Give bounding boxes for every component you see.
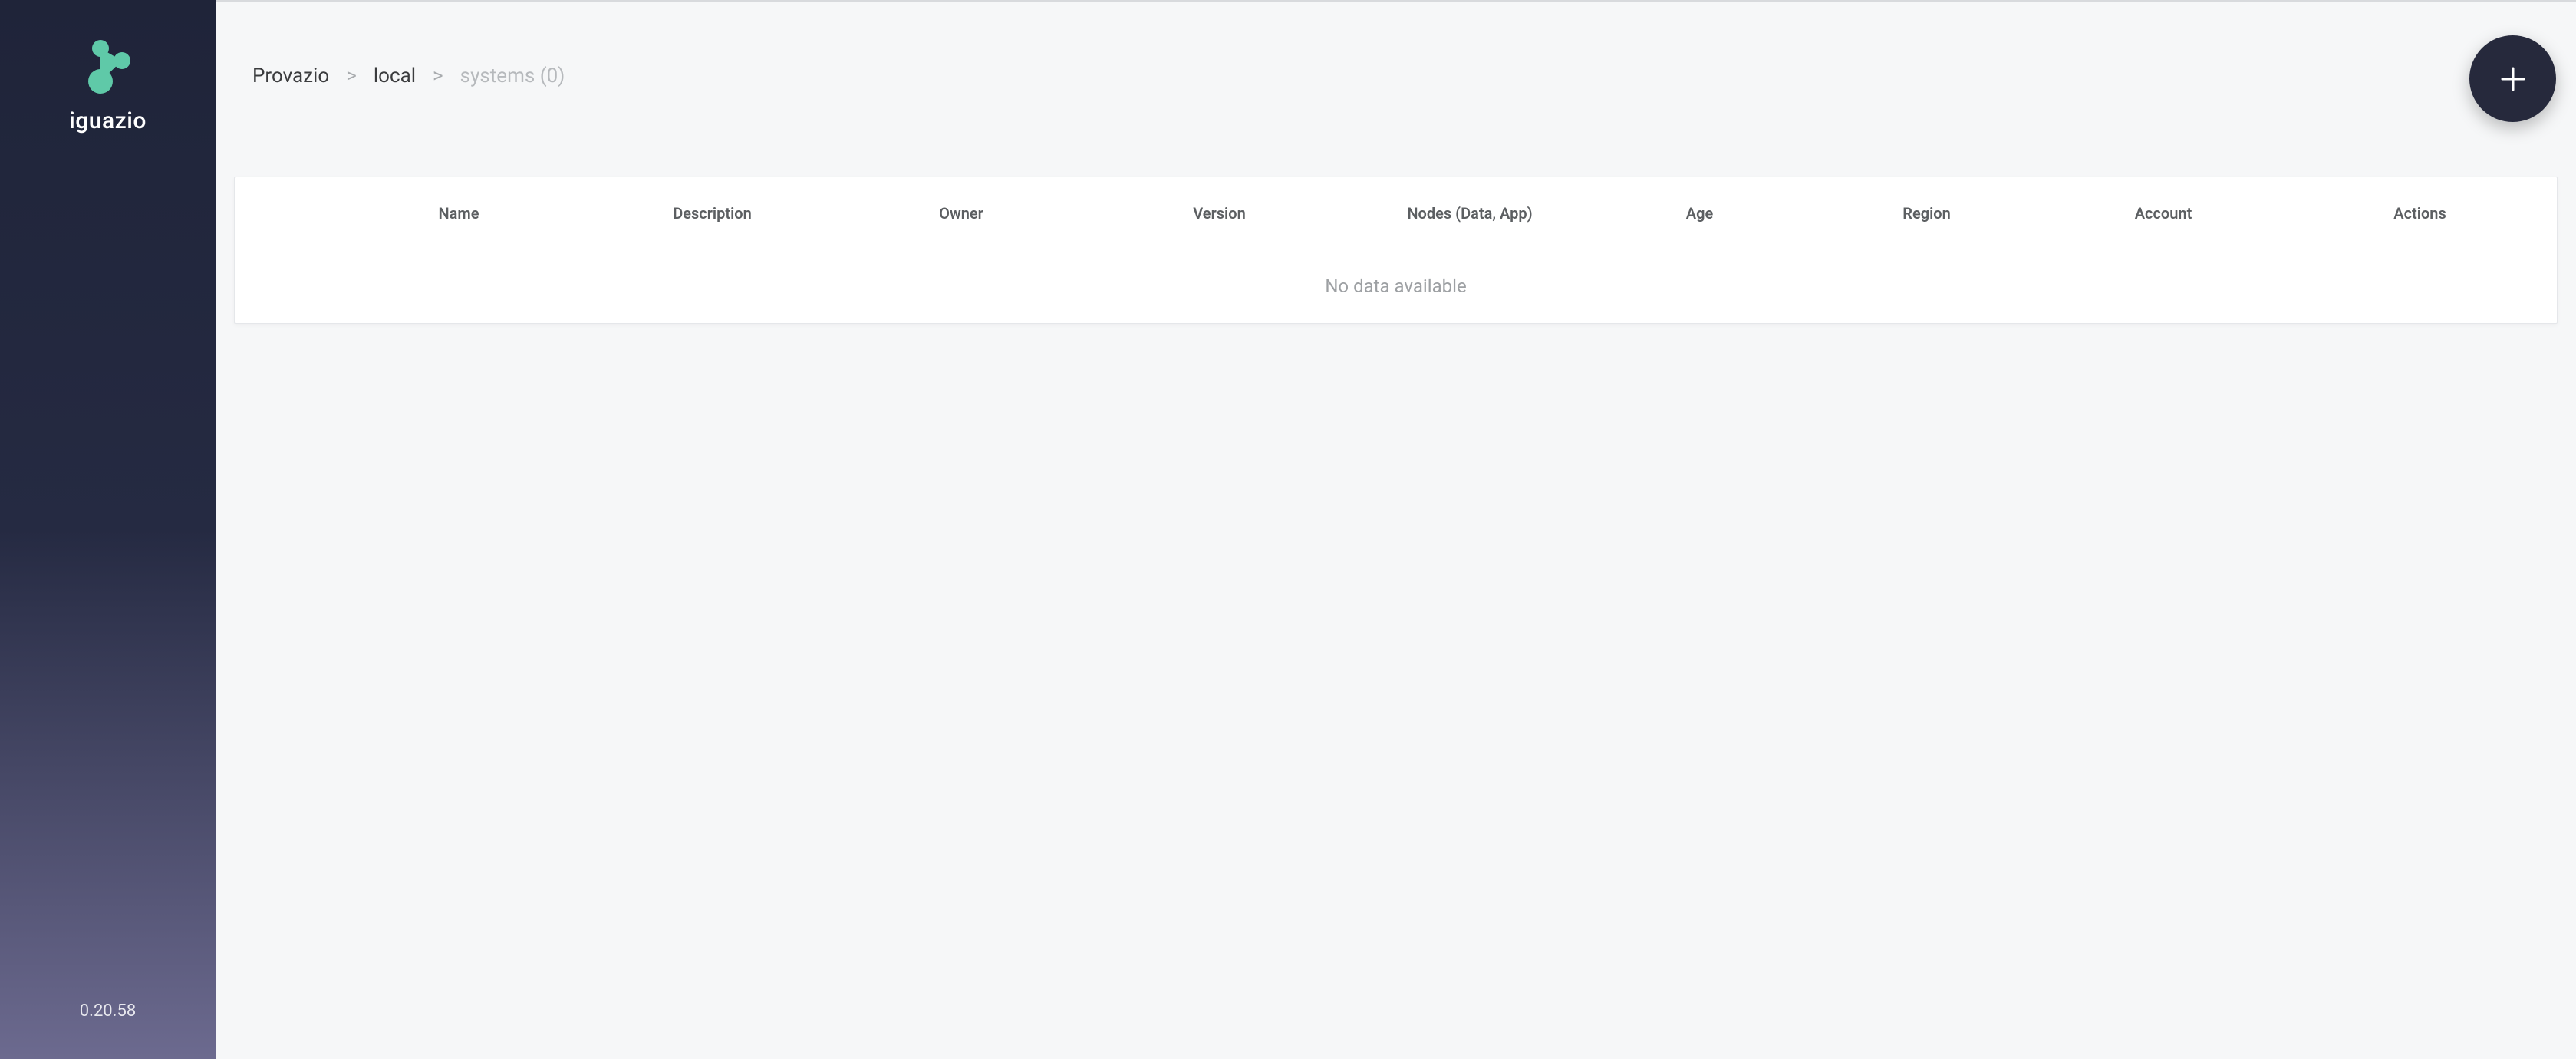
brand-logo[interactable]: iguazio <box>69 38 147 134</box>
empty-state: No data available <box>235 249 2557 323</box>
column-header-actions: Actions <box>2283 204 2557 223</box>
plus-icon <box>2499 65 2527 93</box>
brand-mark-icon <box>84 38 130 94</box>
main-content: Provazio > local > systems (0) Name Desc… <box>216 0 2576 1059</box>
breadcrumb-separator-icon: > <box>346 64 357 87</box>
column-header-owner[interactable]: Owner <box>834 204 1089 223</box>
column-header-description[interactable]: Description <box>591 204 834 223</box>
breadcrumb-separator-icon: > <box>433 64 443 87</box>
add-button[interactable] <box>2469 35 2556 122</box>
topbar: Provazio > local > systems (0) <box>216 2 2576 176</box>
column-header-age[interactable]: Age <box>1589 204 1810 223</box>
breadcrumb-second[interactable]: local <box>374 64 416 87</box>
sidebar: iguazio 0.20.58 <box>0 0 216 1059</box>
breadcrumb-root[interactable]: Provazio <box>252 64 329 87</box>
version-label: 0.20.58 <box>80 1001 136 1021</box>
column-header-account[interactable]: Account <box>2044 204 2283 223</box>
column-header-version[interactable]: Version <box>1089 204 1350 223</box>
table-header: Name Description Owner Version Nodes (Da… <box>235 177 2557 249</box>
column-header-name[interactable]: Name <box>327 204 591 223</box>
column-header-region[interactable]: Region <box>1810 204 2044 223</box>
column-header-nodes[interactable]: Nodes (Data, App) <box>1350 204 1589 223</box>
breadcrumb-current: systems (0) <box>460 64 565 87</box>
brand-name: iguazio <box>69 107 147 134</box>
breadcrumb: Provazio > local > systems (0) <box>252 64 565 87</box>
systems-table: Name Description Owner Version Nodes (Da… <box>234 176 2558 324</box>
